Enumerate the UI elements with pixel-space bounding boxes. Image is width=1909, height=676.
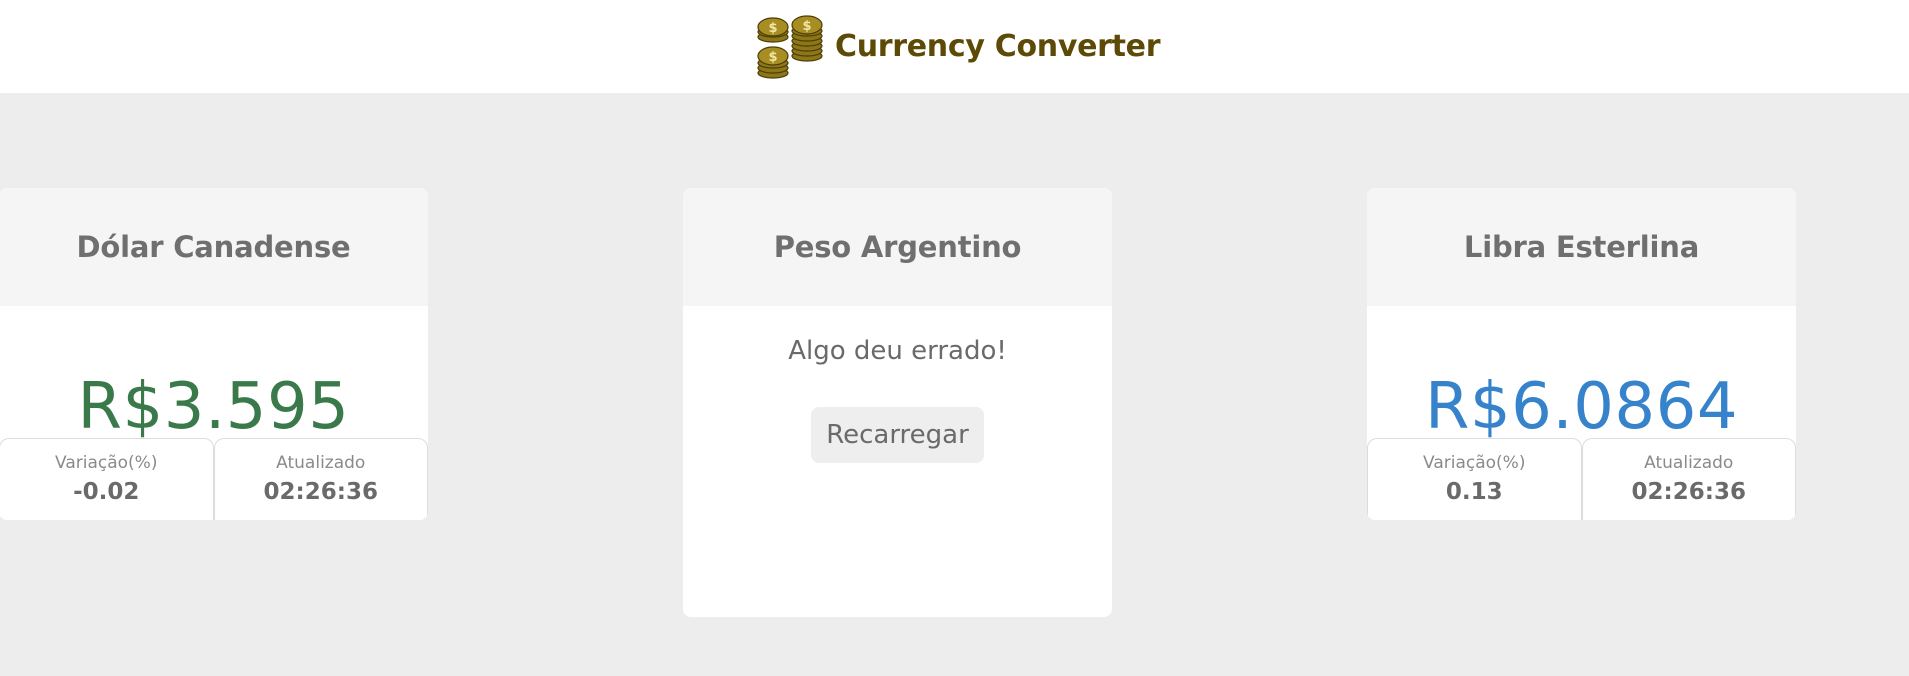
- error-message: Algo deu errado!: [788, 336, 1007, 366]
- price-value: R$6.0864: [1424, 370, 1739, 444]
- currency-card-ars: Peso Argentino Algo deu errado! Recarreg…: [683, 188, 1112, 617]
- main-content: Dólar Canadense R$3.595 Variação(%) -0.0…: [0, 93, 1909, 676]
- updated-stat: Atualizado 02:26:36: [1581, 438, 1796, 520]
- brand: $ $ $ Currency Converter: [756, 12, 1161, 80]
- variation-stat: Variação(%) 0.13: [1367, 438, 1582, 520]
- variation-stat: Variação(%) -0.02: [0, 438, 214, 520]
- card-title: Peso Argentino: [773, 230, 1022, 264]
- card-body: Algo deu errado! Recarregar: [683, 306, 1112, 463]
- variation-label: Variação(%): [55, 453, 158, 473]
- variation-value: -0.02: [73, 479, 140, 505]
- svg-text:$: $: [768, 50, 777, 65]
- updated-label: Atualizado: [276, 453, 366, 473]
- variation-label: Variação(%): [1423, 453, 1526, 473]
- app-header: $ $ $ Currency Converter: [0, 0, 1909, 93]
- stats-row: Variação(%) 0.13 Atualizado 02:26:36: [1367, 438, 1796, 520]
- card-header: Dólar Canadense: [0, 188, 428, 306]
- card-body: R$6.0864 Variação(%) 0.13 Atualizado 02:…: [1367, 306, 1796, 520]
- card-header: Peso Argentino: [683, 188, 1112, 306]
- app-title: Currency Converter: [835, 28, 1161, 64]
- svg-text:$: $: [768, 21, 777, 36]
- reload-button[interactable]: Recarregar: [811, 407, 984, 463]
- svg-text:$: $: [802, 19, 811, 34]
- reload-wrap: Recarregar: [683, 407, 1112, 463]
- price-value: R$3.595: [77, 370, 350, 444]
- card-title: Libra Esterlina: [1463, 230, 1700, 264]
- currency-card-cad: Dólar Canadense R$3.595 Variação(%) -0.0…: [0, 188, 428, 520]
- stats-row: Variação(%) -0.02 Atualizado 02:26:36: [0, 438, 428, 520]
- card-header: Libra Esterlina: [1367, 188, 1796, 306]
- updated-stat: Atualizado 02:26:36: [213, 438, 428, 520]
- updated-value: 02:26:36: [263, 479, 378, 505]
- card-title: Dólar Canadense: [76, 230, 351, 264]
- currency-card-gbp: Libra Esterlina R$6.0864 Variação(%) 0.1…: [1367, 188, 1796, 520]
- stacked-coins-dollar-icon: $ $ $: [757, 15, 823, 79]
- updated-label: Atualizado: [1644, 453, 1734, 473]
- card-body: R$3.595 Variação(%) -0.02 Atualizado 02:…: [0, 306, 428, 520]
- updated-value: 02:26:36: [1631, 479, 1746, 505]
- variation-value: 0.13: [1445, 479, 1503, 505]
